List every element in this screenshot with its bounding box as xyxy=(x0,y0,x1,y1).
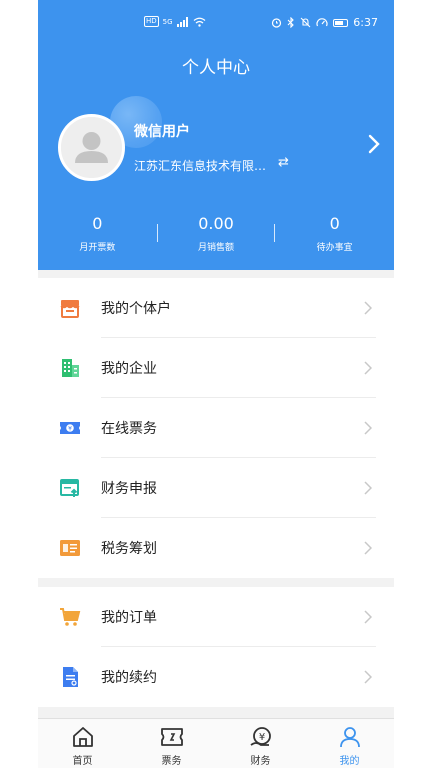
stat-label: 月销售额 xyxy=(198,243,235,253)
stat-label: 待办事宜 xyxy=(316,243,353,253)
chevron-right-icon xyxy=(364,670,372,684)
building-icon xyxy=(62,359,79,377)
app-frame: HD 5G 6:37 个人中心 微信用户 江苏汇东信息技术有限… ⇄ 0 月开票… xyxy=(38,0,394,768)
document-icon xyxy=(63,667,78,687)
stat-value: 0 xyxy=(329,214,340,233)
menu-item-financial-report[interactable]: 财务申报 xyxy=(38,458,394,518)
page-title: 个人中心 xyxy=(182,58,250,78)
user-company: 江苏汇东信息技术有限… xyxy=(134,159,267,173)
tab-ticketing[interactable]: 票务 xyxy=(127,719,216,768)
tab-finance[interactable]: ¥ 财务 xyxy=(216,719,305,768)
profile-chevron-icon[interactable] xyxy=(368,134,380,158)
status-bar: HD 5G 6:37 xyxy=(38,14,394,34)
report-icon xyxy=(60,479,79,497)
network-badge: 5G xyxy=(162,17,173,26)
bottom-tab-bar: 首页 票务 ¥ 财务 我的 xyxy=(38,718,394,768)
user-name: 微信用户 xyxy=(134,124,190,140)
menu-item-online-ticketing[interactable]: ¥ 在线票务 xyxy=(38,398,394,458)
menu-label: 我的个体户 xyxy=(101,301,171,317)
stat-monthly-invoices[interactable]: 0 月开票数 xyxy=(38,214,157,258)
svg-text:¥: ¥ xyxy=(68,425,72,432)
plan-icon xyxy=(60,540,80,556)
menu-item-tax-planning[interactable]: 税务筹划 xyxy=(38,518,394,578)
menu-label: 我的续约 xyxy=(101,670,157,686)
chevron-right-icon xyxy=(364,421,372,435)
shop-icon xyxy=(60,300,80,318)
hd-badge: HD xyxy=(144,16,159,27)
signal-icon xyxy=(176,16,188,27)
menu-label: 财务申报 xyxy=(101,481,157,497)
switch-company-icon[interactable]: ⇄ xyxy=(278,155,289,170)
stat-value: 0 xyxy=(92,214,103,233)
status-left: HD 5G xyxy=(144,16,206,27)
menu-label: 我的企业 xyxy=(101,361,157,377)
stat-divider xyxy=(156,224,158,242)
stat-value: 0.00 xyxy=(198,214,234,233)
wifi-icon xyxy=(193,17,205,27)
stat-monthly-sales[interactable]: 0.00 月销售额 xyxy=(156,214,276,258)
home-icon xyxy=(72,727,93,747)
mute-icon xyxy=(300,17,311,28)
chevron-right-icon xyxy=(364,541,372,555)
avatar[interactable] xyxy=(58,114,125,181)
tab-home[interactable]: 首页 xyxy=(38,719,127,768)
cart-icon xyxy=(60,608,81,626)
finance-icon: ¥ xyxy=(249,727,271,746)
speed-icon xyxy=(316,18,328,27)
status-right: 6:37 xyxy=(271,16,378,29)
ticket-icon: ¥ xyxy=(60,422,80,434)
user-icon xyxy=(339,727,360,748)
tab-label: 我的 xyxy=(339,756,360,767)
stat-todo[interactable]: 0 待办事宜 xyxy=(275,214,394,258)
stat-label: 月开票数 xyxy=(79,243,116,253)
tab-label: 财务 xyxy=(250,756,271,767)
profile-header: HD 5G 6:37 个人中心 微信用户 江苏汇东信息技术有限… ⇄ 0 月开票… xyxy=(38,0,394,270)
chevron-right-icon xyxy=(364,481,372,495)
tab-mine[interactable]: 我的 xyxy=(305,719,394,768)
menu-item-my-enterprise[interactable]: 我的企业 xyxy=(38,338,394,398)
menu-label: 我的订单 xyxy=(101,610,157,626)
chevron-right-icon xyxy=(364,361,372,375)
bluetooth-icon xyxy=(287,17,295,28)
battery-icon xyxy=(333,18,349,27)
svg-text:¥: ¥ xyxy=(258,732,264,743)
tab-label: 首页 xyxy=(72,756,93,767)
chevron-right-icon xyxy=(364,610,372,624)
menu-item-my-renewal[interactable]: 我的续约 xyxy=(38,647,394,707)
menu-label: 税务筹划 xyxy=(101,541,157,557)
alarm-icon xyxy=(272,18,282,28)
default-avatar-icon xyxy=(61,117,122,178)
tab-label: 票务 xyxy=(161,756,182,767)
ticket-tab-icon xyxy=(160,728,183,746)
stats-row: 0 月开票数 0.00 月销售额 0 待办事宜 xyxy=(38,214,394,258)
menu-item-my-orders[interactable]: 我的订单 xyxy=(38,587,394,647)
menu-group-services: 我的个体户 我的企业 ¥ 在线票务 财务申报 税务筹划 xyxy=(38,278,394,578)
menu-item-individual-business[interactable]: 我的个体户 xyxy=(38,278,394,338)
menu-label: 在线票务 xyxy=(101,421,157,437)
menu-group-orders: 我的订单 我的续约 xyxy=(38,587,394,707)
chevron-right-icon xyxy=(364,301,372,315)
status-time: 6:37 xyxy=(353,16,378,29)
